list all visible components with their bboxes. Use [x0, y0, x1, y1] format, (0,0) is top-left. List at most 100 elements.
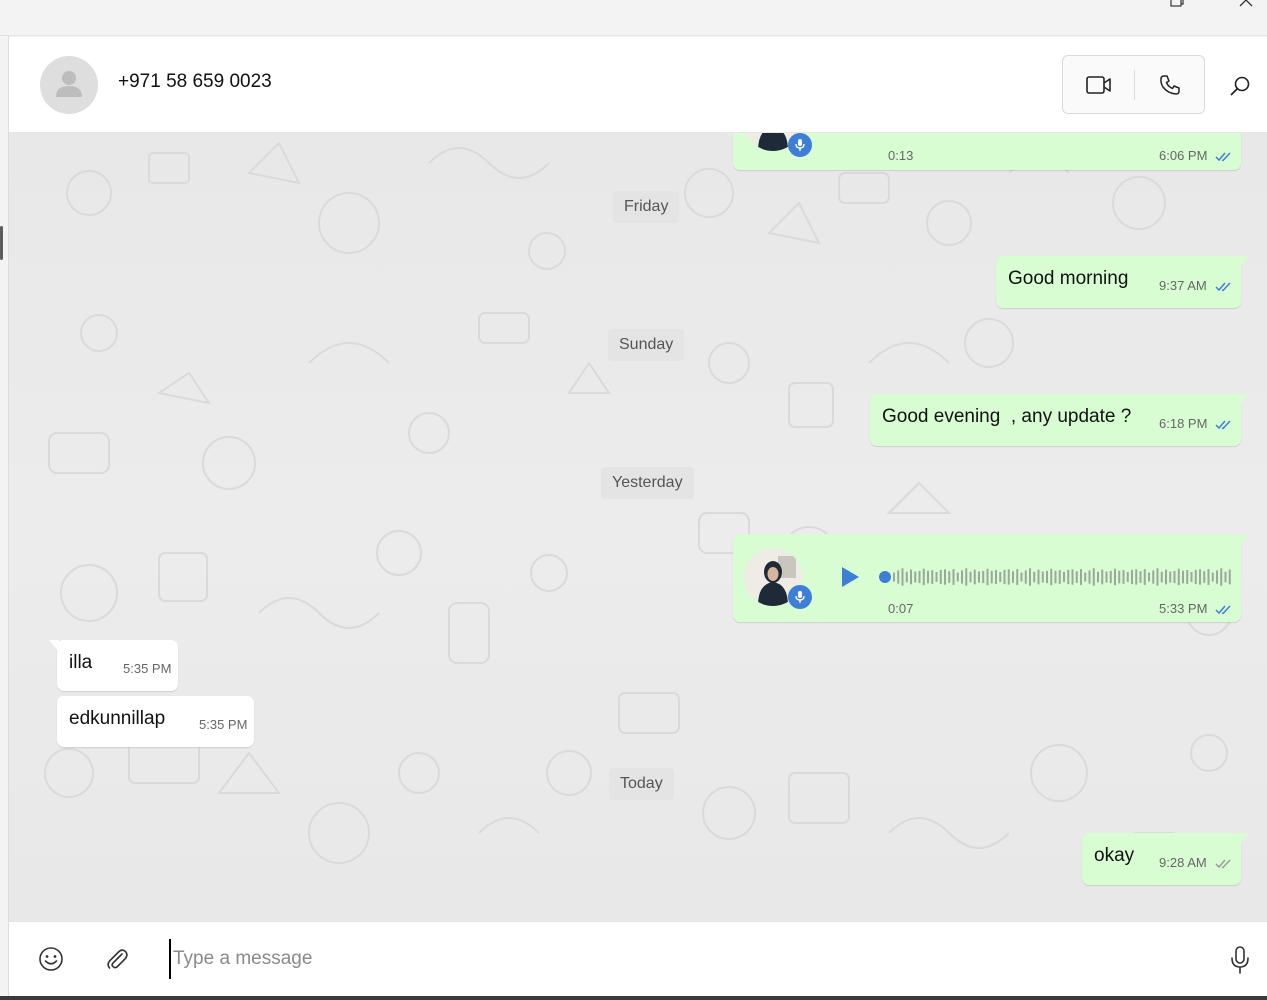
waveform-bar [961, 570, 963, 584]
waveform-bar [986, 568, 989, 586]
message-bubble-outgoing[interactable]: Good evening , any update ? 6:18 PM [870, 394, 1249, 446]
microphone-icon [795, 139, 805, 151]
playback-position-dot[interactable] [879, 571, 891, 583]
search-icon [1230, 76, 1250, 96]
read-ticks-icon [1215, 282, 1231, 292]
message-bubble-incoming[interactable]: illa 5:35 PM [49, 640, 178, 691]
waveform-bar [995, 570, 997, 584]
message-text: illa [69, 652, 93, 673]
message-text: Good morning [1008, 268, 1129, 289]
waveform-bar [1012, 571, 1014, 583]
voice-note-bubble[interactable]: 0:07 5:33 PM [733, 534, 1249, 622]
message-bubble-outgoing[interactable]: Good morning 9:37 AM [996, 256, 1249, 308]
waveform-bar [918, 570, 921, 584]
waveform-bar [1084, 572, 1087, 582]
waveform-bar [1024, 570, 1027, 584]
waveform-bar [1156, 568, 1159, 586]
waveform-bar [973, 569, 976, 585]
message-time: 9:28 AM [1159, 855, 1207, 870]
waveform-bar [956, 572, 959, 582]
message-text: Good evening , any update ? [882, 406, 1132, 427]
waveform-bar [1071, 569, 1074, 585]
paperclip-icon[interactable] [103, 945, 131, 973]
waveform-bar [939, 569, 942, 585]
waveform-bar [931, 570, 934, 584]
waveform-bar [1165, 569, 1167, 585]
chat-wallpaper-doodles [44, 141, 1232, 874]
waveform-bar [990, 570, 993, 584]
waveform-bar [1186, 570, 1189, 584]
waveform-bar [1003, 569, 1006, 585]
waveform-bar [1224, 571, 1227, 583]
restore-icon[interactable] [1170, 0, 1184, 7]
video-call-button[interactable] [1063, 56, 1134, 113]
chat-header: +971 58 659 0023 [9, 37, 1267, 133]
waveform-bar [1211, 572, 1214, 582]
voice-note-mic-badge [788, 585, 812, 609]
bubble-tail [1239, 534, 1249, 546]
waveform-bar [1067, 569, 1070, 585]
waveform-bar [1143, 569, 1146, 585]
day-separator: Sunday [608, 329, 685, 361]
waveform-bar [1203, 571, 1206, 583]
waveform-bar [1033, 571, 1036, 583]
waveform-bar [1126, 572, 1129, 582]
bubble-tail [1239, 833, 1249, 845]
waveform-bar [1075, 571, 1078, 583]
waveform-bar [1037, 569, 1040, 585]
day-separator: Yesterday [601, 467, 694, 499]
waveform-bar [1020, 572, 1023, 582]
day-separator: Friday [613, 191, 680, 223]
waveform-bar [1046, 570, 1048, 584]
message-time: 5:33 PM [1159, 601, 1208, 616]
waveform-bar [1131, 569, 1133, 585]
voice-call-button[interactable] [1135, 56, 1205, 113]
call-button-group [1062, 55, 1205, 114]
microphone-icon [795, 591, 805, 603]
voice-note-duration: 0:07 [888, 601, 914, 616]
video-camera-icon [1085, 75, 1111, 94]
waveform-bar [1029, 568, 1031, 586]
sidebar-selection-indicator [0, 226, 3, 260]
message-time: 6:06 PM [1159, 148, 1208, 163]
contact-avatar[interactable] [40, 56, 98, 114]
waveform-bar [965, 568, 968, 586]
message-time: 5:35 PM [199, 717, 248, 732]
message-bubble-incoming[interactable]: edkunnillap 5:35 PM [57, 696, 254, 747]
message-text: okay [1094, 845, 1135, 866]
waveform-bar [914, 571, 917, 583]
message-input[interactable] [169, 939, 1209, 979]
waveform-bar [1190, 572, 1193, 582]
waveform-bar [1101, 569, 1104, 585]
read-ticks-icon [1215, 420, 1231, 430]
waveform-bar [1228, 569, 1231, 585]
waveform-bar [905, 571, 908, 583]
waveform-bar [1007, 569, 1010, 585]
waveform-bar [897, 570, 900, 584]
left-sidebar-edge [0, 36, 9, 996]
play-icon[interactable] [838, 565, 862, 589]
bubble-tail [1239, 256, 1249, 268]
taskbar-edge [0, 996, 1267, 1000]
waveform-bar [910, 569, 912, 585]
waveform-bar [999, 572, 1002, 582]
close-icon[interactable] [1238, 0, 1254, 8]
voice-waveform[interactable] [879, 567, 1233, 587]
waveform-bar [1135, 569, 1138, 585]
waveform-bar [1148, 572, 1150, 582]
microphone-icon[interactable] [1229, 945, 1251, 975]
waveform-bar [901, 568, 904, 586]
search-button[interactable] [1227, 73, 1253, 99]
emoji-icon[interactable] [37, 945, 65, 973]
waveform-bar [1177, 568, 1180, 586]
waveform-bar [1105, 571, 1108, 583]
waveform-bar [1152, 570, 1155, 584]
message-bubble-outgoing[interactable]: okay 9:28 AM [1082, 833, 1249, 885]
bubble-tail [1239, 394, 1249, 406]
waveform-bar [1160, 571, 1163, 583]
chat-messages-area[interactable]: 0:13 6:06 PM Friday Good morning 9:37 AM… [9, 133, 1267, 921]
voice-note-bubble[interactable]: 0:13 6:06 PM [733, 133, 1241, 170]
message-time: 6:18 PM [1159, 416, 1208, 431]
person-silhouette-icon [56, 71, 82, 97]
contact-name[interactable]: +971 58 659 0023 [118, 71, 272, 93]
